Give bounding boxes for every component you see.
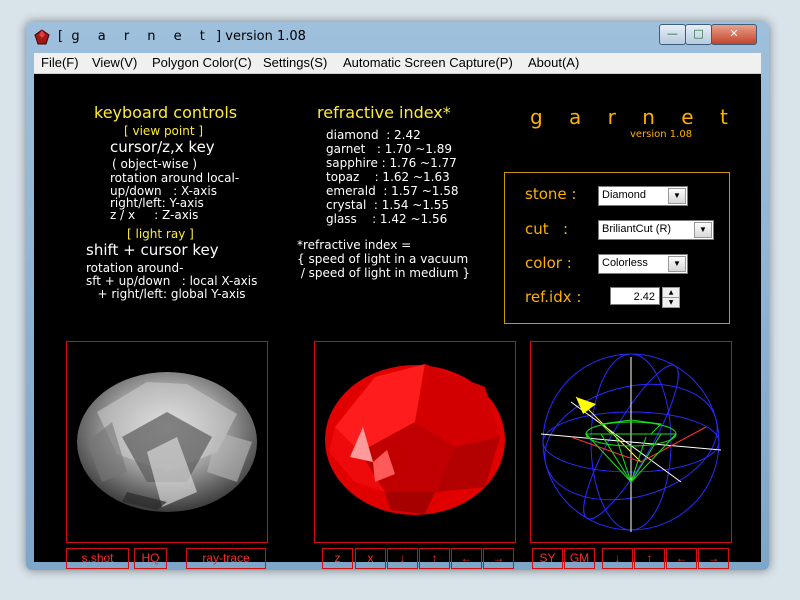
ri-note-3: / speed of light in medium }: [297, 266, 471, 280]
ri-note-2: { speed of light in a vacuum: [297, 252, 469, 266]
color-select[interactable]: Colorless ▼: [598, 254, 688, 274]
combo-arrow-icon[interactable]: ▼: [668, 256, 686, 272]
light-up-button[interactable]: ↑: [634, 548, 665, 569]
menu-polygon-color[interactable]: Polygon Color(C): [152, 55, 252, 70]
close-button[interactable]: ✕: [711, 24, 757, 45]
ray-trace-button[interactable]: ray-trace: [186, 548, 266, 569]
light-right-button[interactable]: →: [698, 548, 729, 569]
refractive-row: diamond : 2.42: [326, 128, 421, 142]
color-value: Colorless: [602, 257, 648, 269]
gm-button[interactable]: GM: [564, 548, 595, 569]
wireframe-view-panel[interactable]: [530, 341, 732, 543]
object-wise-label: ( object-wise ): [112, 157, 198, 171]
polygon-view-panel[interactable]: [314, 341, 516, 543]
view-key-label: cursor/z,x key: [110, 138, 215, 156]
cut-value: BriliantCut (R): [602, 223, 672, 235]
refidx-input[interactable]: 2.42: [610, 287, 660, 305]
diamond-render: [77, 372, 257, 512]
brand-version: version 1.08: [630, 129, 693, 140]
screenshot-button[interactable]: s.shot: [66, 548, 129, 569]
spin-down-icon[interactable]: ▼: [662, 297, 680, 308]
view-point-label: [ view point ]: [124, 124, 204, 138]
rotate-down-button[interactable]: ↓: [387, 548, 418, 569]
menu-auto-capture[interactable]: Automatic Screen Capture(P): [343, 55, 513, 70]
maximize-button[interactable]: □: [685, 24, 712, 45]
polygon-render: [325, 364, 505, 515]
refractive-row: topaz : 1.62 ~1.63: [326, 170, 450, 184]
menu-about[interactable]: About(A): [528, 55, 579, 70]
refidx-label: ref.idx :: [525, 288, 582, 306]
rotate-left-button[interactable]: ←: [451, 548, 482, 569]
menu-settings[interactable]: Settings(S): [263, 55, 327, 70]
wireframe-render: [540, 353, 722, 532]
refractive-row: emerald : 1.57 ~1.58: [326, 184, 459, 198]
title-name: g a r n e t: [71, 29, 212, 44]
menu-file[interactable]: File(F): [41, 55, 79, 70]
color-label: color :: [525, 254, 572, 272]
rotate-right-button[interactable]: →: [483, 548, 514, 569]
app-window: [ g a r n e t ] version 1.08 — □ ✕ File(…: [26, 22, 769, 570]
stone-value: Diamond: [602, 189, 647, 201]
window-title: [ g a r n e t ] version 1.08: [58, 29, 306, 44]
app-gem-icon: [34, 29, 50, 45]
keyboard-heading: keyboard controls: [94, 103, 238, 122]
ri-note-1: *refractive index =: [297, 238, 412, 252]
title-bar[interactable]: [ g a r n e t ] version 1.08 — □ ✕: [26, 22, 769, 52]
sft-up-down-text: sft + up/down : local X-axis: [86, 274, 258, 288]
rotation-local-text: rotation around local-: [110, 171, 240, 185]
refractive-row: garnet : 1.70 ~1.89: [326, 142, 452, 156]
refractive-heading: refractive index*: [317, 103, 451, 122]
light-key-label: shift + cursor key: [86, 241, 219, 259]
sft-right-left-text: + right/left: global Y-axis: [86, 287, 246, 301]
diamond-view-panel[interactable]: [66, 341, 268, 543]
refractive-list: diamond : 2.42 garnet : 1.70 ~1.89 sapphir…: [326, 128, 459, 226]
title-prefix: [: [58, 29, 64, 44]
cut-select[interactable]: BriliantCut (R) ▼: [598, 220, 714, 240]
cut-label: cut :: [525, 220, 568, 238]
sy-button[interactable]: SY: [532, 548, 563, 569]
brand-name: g a r n e t: [530, 105, 738, 129]
light-ray-label: [ light ray ]: [127, 227, 194, 241]
menu-view[interactable]: View(V): [92, 55, 137, 70]
minimize-button[interactable]: —: [659, 24, 686, 45]
menu-bar: File(F) View(V) Polygon Color(C) Setting…: [34, 53, 761, 74]
title-suffix: ]: [216, 29, 222, 44]
light-left-button[interactable]: ←: [666, 548, 697, 569]
title-version: version 1.08: [225, 29, 306, 44]
rotation-around-text: rotation around-: [86, 261, 184, 275]
rotate-up-button[interactable]: ↑: [419, 548, 450, 569]
client-area: keyboard controls [ view point ] cursor/…: [34, 74, 761, 569]
combo-arrow-icon[interactable]: ▼: [668, 188, 686, 204]
stone-select[interactable]: Diamond ▼: [598, 186, 688, 206]
hq-button[interactable]: HQ: [134, 548, 167, 569]
refractive-row: crystal : 1.54 ~1.55: [326, 198, 450, 212]
z-x-text: z / x : Z-axis: [110, 208, 199, 222]
refractive-row: sapphire : 1.76 ~1.77: [326, 156, 457, 170]
light-down-button[interactable]: ↓: [602, 548, 633, 569]
refractive-row: glass : 1.42 ~1.56: [326, 212, 448, 226]
x-rotate-button[interactable]: x: [355, 548, 386, 569]
combo-arrow-icon[interactable]: ▼: [694, 222, 712, 238]
stone-label: stone :: [525, 185, 577, 203]
z-rotate-button[interactable]: z: [322, 548, 353, 569]
